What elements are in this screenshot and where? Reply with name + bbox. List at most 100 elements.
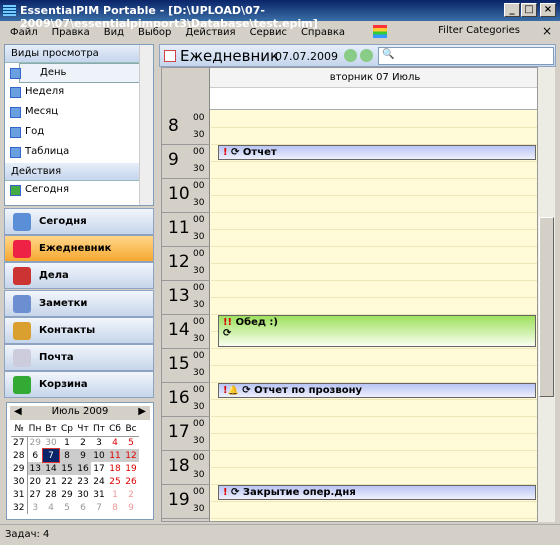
calendar-day[interactable]: 21	[43, 475, 59, 488]
nav-2[interactable]: Дела	[4, 262, 154, 290]
time-slot[interactable]	[211, 196, 537, 213]
nav-5[interactable]: Почта	[4, 344, 154, 371]
nav-3[interactable]: Заметки	[4, 289, 154, 317]
calendar-day[interactable]: 10	[91, 449, 107, 462]
time-slot[interactable]	[211, 417, 537, 434]
menu-item[interactable]: Сервис	[250, 27, 287, 38]
filter-categories-button[interactable]: Filter Categories	[438, 25, 520, 36]
time-slot[interactable]	[211, 281, 537, 298]
minimize-button[interactable]: _	[504, 3, 520, 17]
vertical-scrollbar[interactable]	[538, 67, 555, 522]
time-slot[interactable]	[211, 179, 537, 196]
calendar-day[interactable]: 26	[123, 475, 139, 488]
calendar-day[interactable]: 4	[43, 501, 59, 514]
calendar-day[interactable]: 1	[59, 436, 75, 449]
action-item[interactable]: Сегодня	[5, 181, 153, 201]
view-item[interactable]: День	[10, 63, 153, 83]
calendar-day[interactable]: 7	[91, 501, 107, 514]
calendar-day[interactable]: 18	[107, 462, 123, 475]
close-panel-button[interactable]: ×	[542, 24, 552, 38]
view-item[interactable]: Месяц	[5, 103, 153, 123]
calendar-day[interactable]: 27	[27, 488, 43, 501]
close-button[interactable]: ×	[540, 3, 556, 17]
time-slot[interactable]	[211, 400, 537, 417]
event[interactable]: !! Обед :) ⟳	[218, 315, 536, 347]
time-slot[interactable]	[211, 468, 537, 485]
time-slot[interactable]	[211, 230, 537, 247]
hour-row: 16 00 30	[162, 383, 210, 417]
time-slot[interactable]	[211, 264, 537, 281]
nav-1[interactable]: Ежедневник	[4, 235, 154, 263]
calendar-day[interactable]: 30	[43, 436, 59, 449]
calendar-day[interactable]: 3	[27, 501, 43, 514]
calendar-day[interactable]: 31	[91, 488, 107, 501]
calendar-day[interactable]: 8	[59, 449, 75, 462]
calendar-day[interactable]: 3	[91, 436, 107, 449]
calendar-day[interactable]: 30	[75, 488, 91, 501]
calendar-day[interactable]: 4	[107, 436, 123, 449]
view-item[interactable]: Неделя	[5, 83, 153, 103]
time-slot[interactable]	[211, 162, 537, 179]
calendar-day[interactable]: 29	[59, 488, 75, 501]
calendar-day[interactable]: 16	[75, 462, 91, 475]
calendar-day[interactable]: 12	[123, 449, 139, 462]
calendar-day[interactable]: 15	[59, 462, 75, 475]
calendar-day[interactable]: 17	[91, 462, 107, 475]
menu-item[interactable]: Файл	[10, 27, 38, 38]
calendar-day[interactable]: 9	[123, 501, 139, 514]
calendar-day[interactable]: 6	[75, 501, 91, 514]
menu-item[interactable]: Правка	[52, 27, 90, 38]
calendar-day[interactable]: 11	[107, 449, 123, 462]
menu-item[interactable]: Вид	[104, 27, 124, 38]
calendar-day[interactable]: 2	[123, 488, 139, 501]
event[interactable]: ! ⟳ Отчет	[218, 145, 536, 160]
time-slot[interactable]	[211, 213, 537, 230]
nav-0[interactable]: Сегодня	[4, 208, 154, 235]
prev-month-button[interactable]: ◀	[14, 406, 22, 417]
calendar-day[interactable]: 20	[27, 475, 43, 488]
calendar-day[interactable]: 22	[59, 475, 75, 488]
nav-6[interactable]: Корзина	[4, 371, 154, 399]
next-day-button[interactable]	[360, 49, 373, 62]
time-slot[interactable]	[211, 298, 537, 315]
maximize-button[interactable]: □	[521, 3, 537, 17]
menu-item[interactable]: Действия	[185, 27, 235, 38]
time-slot[interactable]	[211, 451, 537, 468]
calendar-day[interactable]: 13	[27, 462, 43, 475]
calendar-day[interactable]: 8	[107, 501, 123, 514]
calendar-day[interactable]: 29	[27, 436, 43, 449]
prev-day-button[interactable]	[344, 49, 357, 62]
left-scrollbar[interactable]	[139, 45, 153, 205]
calendar-day[interactable]: 5	[123, 436, 139, 449]
time-slot[interactable]	[211, 111, 537, 128]
time-slot[interactable]	[211, 349, 537, 366]
time-slot[interactable]	[211, 502, 537, 519]
time-slot[interactable]	[211, 247, 537, 264]
next-month-button[interactable]: ▶	[138, 406, 146, 417]
calendar-day[interactable]: 6	[27, 449, 43, 462]
time-slot[interactable]	[211, 434, 537, 451]
calendar-day[interactable]: 19	[123, 462, 139, 475]
scroll-thumb[interactable]	[539, 217, 554, 397]
menu-item[interactable]: Выбор	[138, 27, 171, 38]
search-input[interactable]: 🔍	[378, 47, 554, 65]
calendar-day[interactable]: 7	[42, 448, 60, 463]
view-item[interactable]: Таблица	[5, 143, 153, 163]
time-slot[interactable]	[211, 366, 537, 383]
calendar-day[interactable]: 24	[91, 475, 107, 488]
all-day-area[interactable]	[210, 88, 537, 110]
nav-4[interactable]: Контакты	[4, 316, 154, 344]
calendar-day[interactable]: 25	[107, 475, 123, 488]
calendar-day[interactable]: 23	[75, 475, 91, 488]
calendar-day[interactable]: 9	[75, 449, 91, 462]
calendar-day[interactable]: 2	[75, 436, 91, 449]
event[interactable]: ! ⟳ Закрытие опер.дня	[218, 485, 536, 500]
calendar-day[interactable]: 28	[43, 488, 59, 501]
menu-item[interactable]: Справка	[301, 27, 345, 38]
calendar-day[interactable]: 1	[107, 488, 123, 501]
event[interactable]: !🔔 ⟳ Отчет по прозвону	[218, 383, 536, 398]
time-slot[interactable]	[211, 128, 537, 145]
calendar-day[interactable]: 5	[59, 501, 75, 514]
view-item[interactable]: Год	[5, 123, 153, 143]
calendar-day[interactable]: 14	[43, 462, 59, 475]
